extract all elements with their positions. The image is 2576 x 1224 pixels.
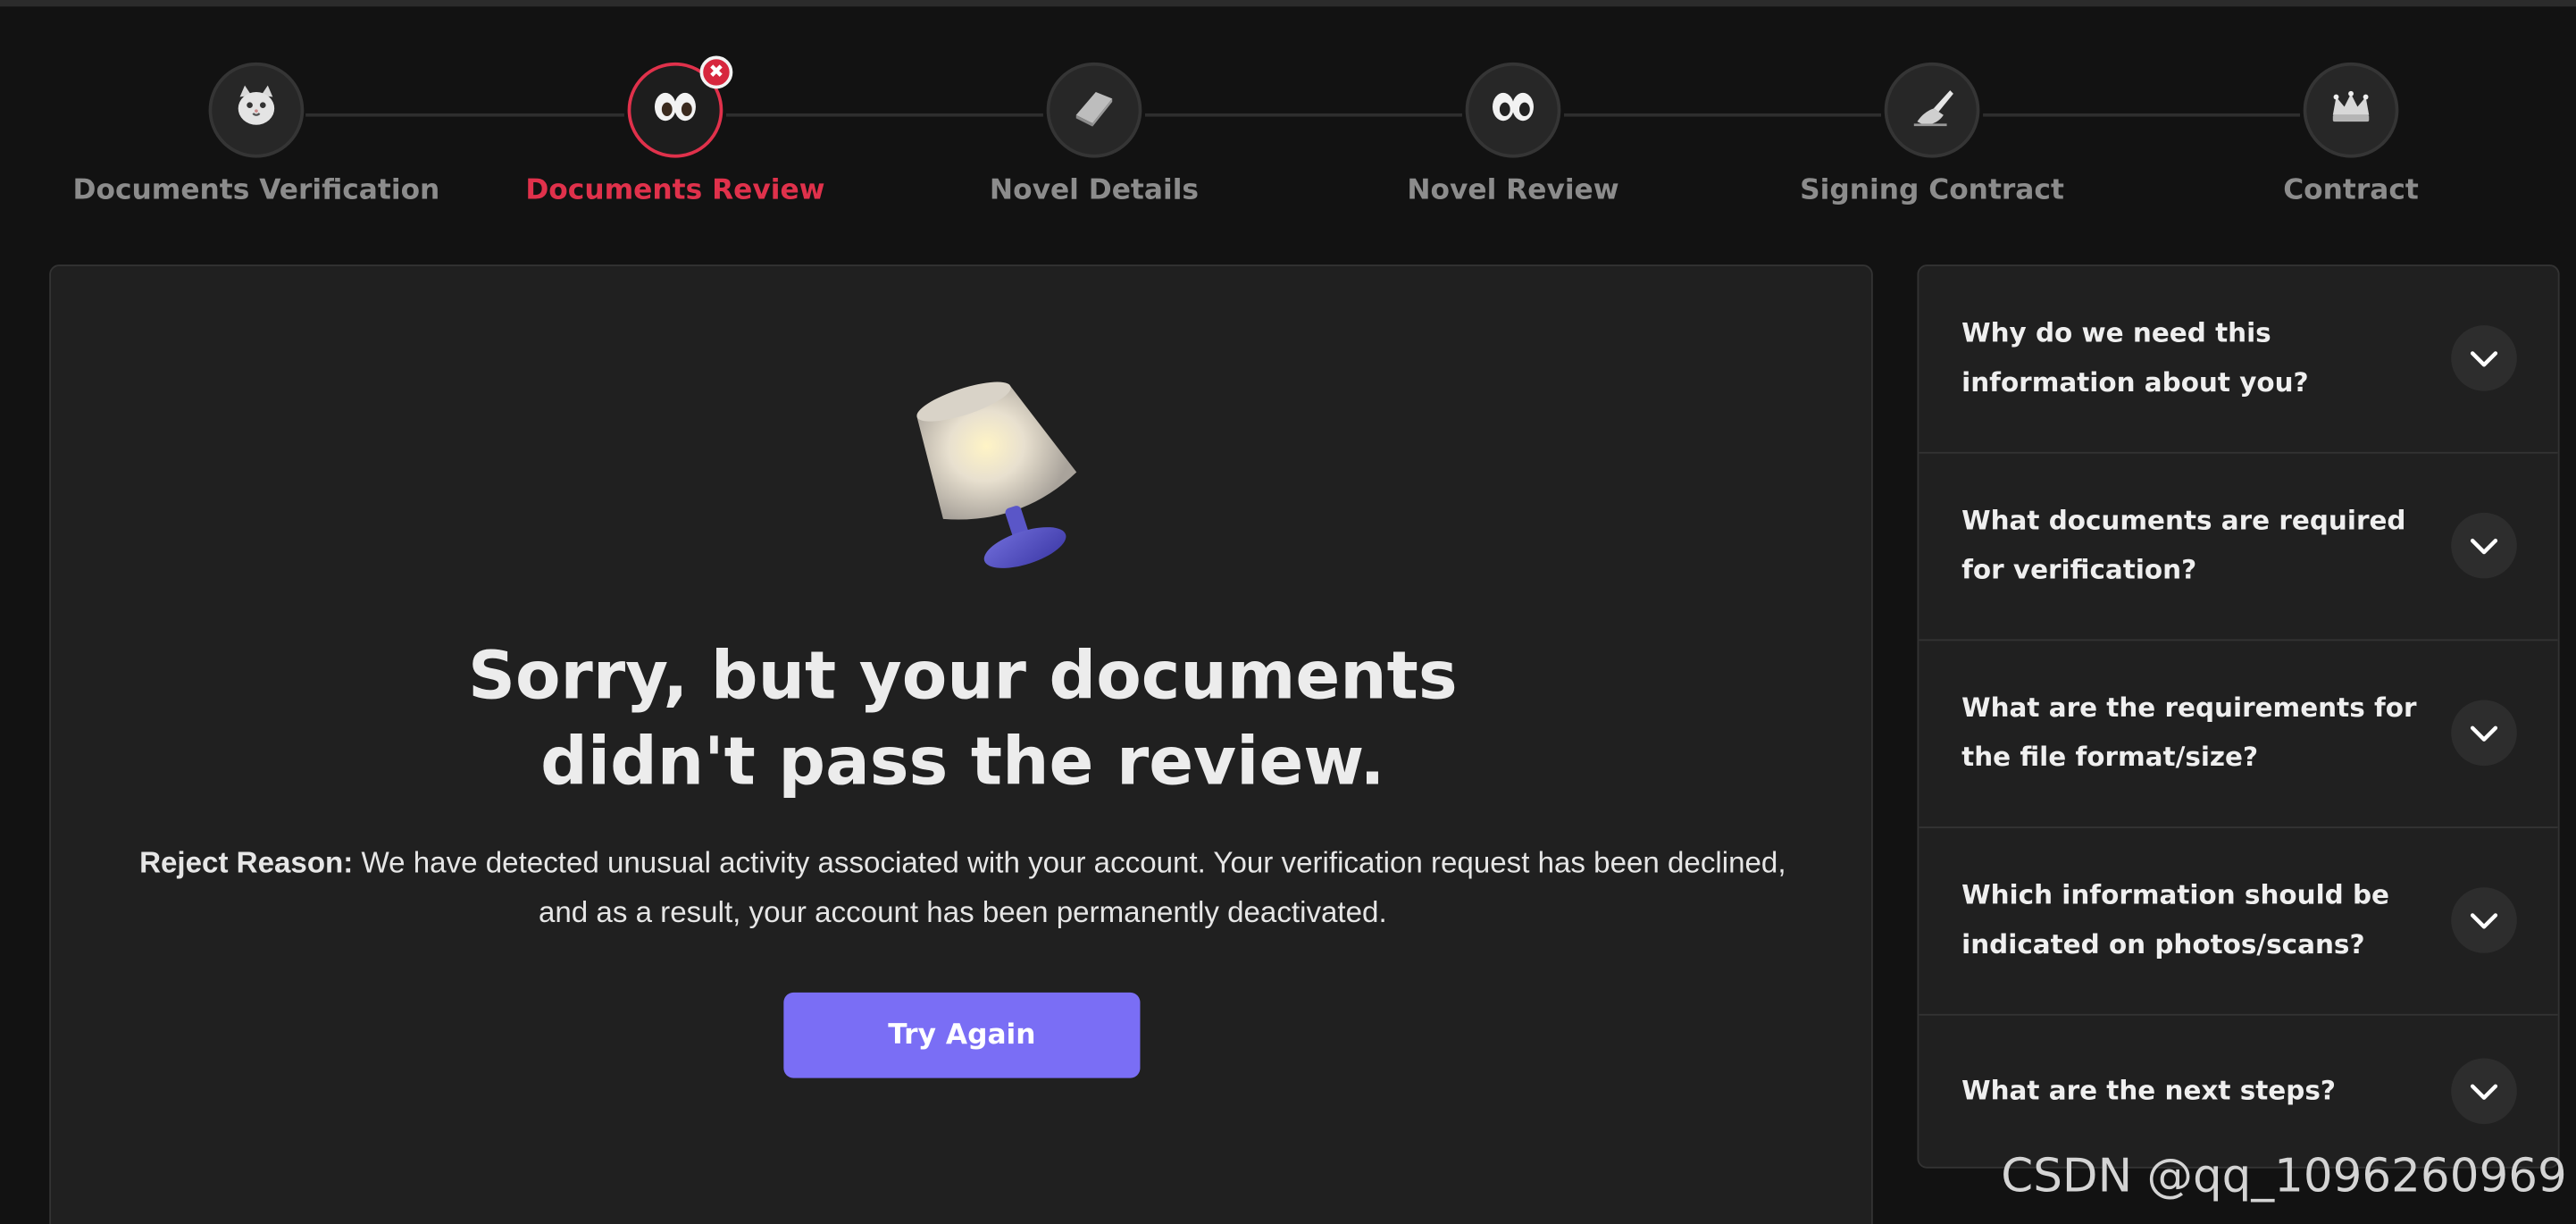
step-novel-review[interactable]: Novel Review xyxy=(1316,62,1710,207)
step-novel-details[interactable]: Novel Details xyxy=(897,62,1291,207)
step-circle xyxy=(1465,62,1561,158)
faq-item[interactable]: Which information should be indicated on… xyxy=(1919,828,2558,1016)
step-documents-review[interactable]: ✖ Documents Review xyxy=(478,55,872,207)
try-again-button[interactable]: Try Again xyxy=(783,992,1141,1078)
faq-question: Why do we need this information about yo… xyxy=(1961,316,2309,398)
faq-item[interactable]: Why do we need this information about yo… xyxy=(1919,266,2558,454)
faq-item[interactable]: What documents are required for verifica… xyxy=(1919,454,2558,641)
error-badge-icon: ✖ xyxy=(699,55,733,89)
faq-question: What are the next steps? xyxy=(1961,1074,2336,1106)
reject-reason-label: Reject Reason: xyxy=(139,846,354,880)
eyes-icon xyxy=(1488,90,1537,130)
rejection-card: Sorry, but your documents didn't pass th… xyxy=(49,264,1873,1224)
step-label: Documents Verification xyxy=(72,173,440,207)
step-circle xyxy=(2303,62,2399,158)
progress-stepper: Documents Verification ✖ Documents Revie… xyxy=(0,0,2576,247)
headline-line: Sorry, but your documents xyxy=(468,639,1458,716)
watermark: CSDN @qq_1096260969 xyxy=(2001,1148,2567,1203)
reject-reason-text: We have detected unusual activity associ… xyxy=(353,846,1786,929)
crown-icon xyxy=(2326,82,2375,138)
step-circle xyxy=(208,62,305,158)
step-circle xyxy=(1046,62,1142,158)
step-circle xyxy=(1884,62,1980,158)
faq-item[interactable]: What are the next steps? xyxy=(1919,1016,2557,1167)
chevron-down-icon[interactable] xyxy=(2451,700,2517,767)
eyes-icon xyxy=(650,90,699,130)
rejection-headline: Sorry, but your documents didn't pass th… xyxy=(51,634,1875,805)
chevron-down-icon[interactable] xyxy=(2451,325,2517,391)
step-circle: ✖ xyxy=(627,55,733,158)
writing-hand-icon xyxy=(1907,82,1956,138)
notebook-icon xyxy=(1069,82,1118,138)
reject-reason: Reject Reason: We have detected unusual … xyxy=(125,838,1801,936)
page: Documents Verification ✖ Documents Revie… xyxy=(0,0,2576,1224)
step-documents-verification[interactable]: Documents Verification xyxy=(59,62,453,207)
chevron-down-icon[interactable] xyxy=(2451,1058,2517,1125)
faq-question: What documents are required for verifica… xyxy=(1961,504,2406,585)
cat-face-icon xyxy=(231,82,280,138)
step-label: Contract xyxy=(2283,173,2419,207)
step-label: Novel Review xyxy=(1407,173,1619,207)
step-label: Signing Contract xyxy=(1800,173,2064,207)
chevron-down-icon[interactable] xyxy=(2451,887,2517,953)
faq-panel: Why do we need this information about yo… xyxy=(1917,264,2560,1169)
step-signing-contract[interactable]: Signing Contract xyxy=(1735,62,2129,207)
faq-question: What are the requirements for the file f… xyxy=(1961,692,2417,773)
faq-item[interactable]: What are the requirements for the file f… xyxy=(1919,641,2558,829)
chevron-down-icon[interactable] xyxy=(2451,512,2517,579)
step-label: Documents Review xyxy=(525,173,825,207)
headline-line: didn't pass the review. xyxy=(540,725,1385,801)
tipped-lamp-icon xyxy=(889,356,1119,587)
faq-question: Which information should be indicated on… xyxy=(1961,879,2390,960)
step-label: Novel Details xyxy=(989,173,1200,207)
step-contract[interactable]: Contract xyxy=(2154,62,2547,207)
